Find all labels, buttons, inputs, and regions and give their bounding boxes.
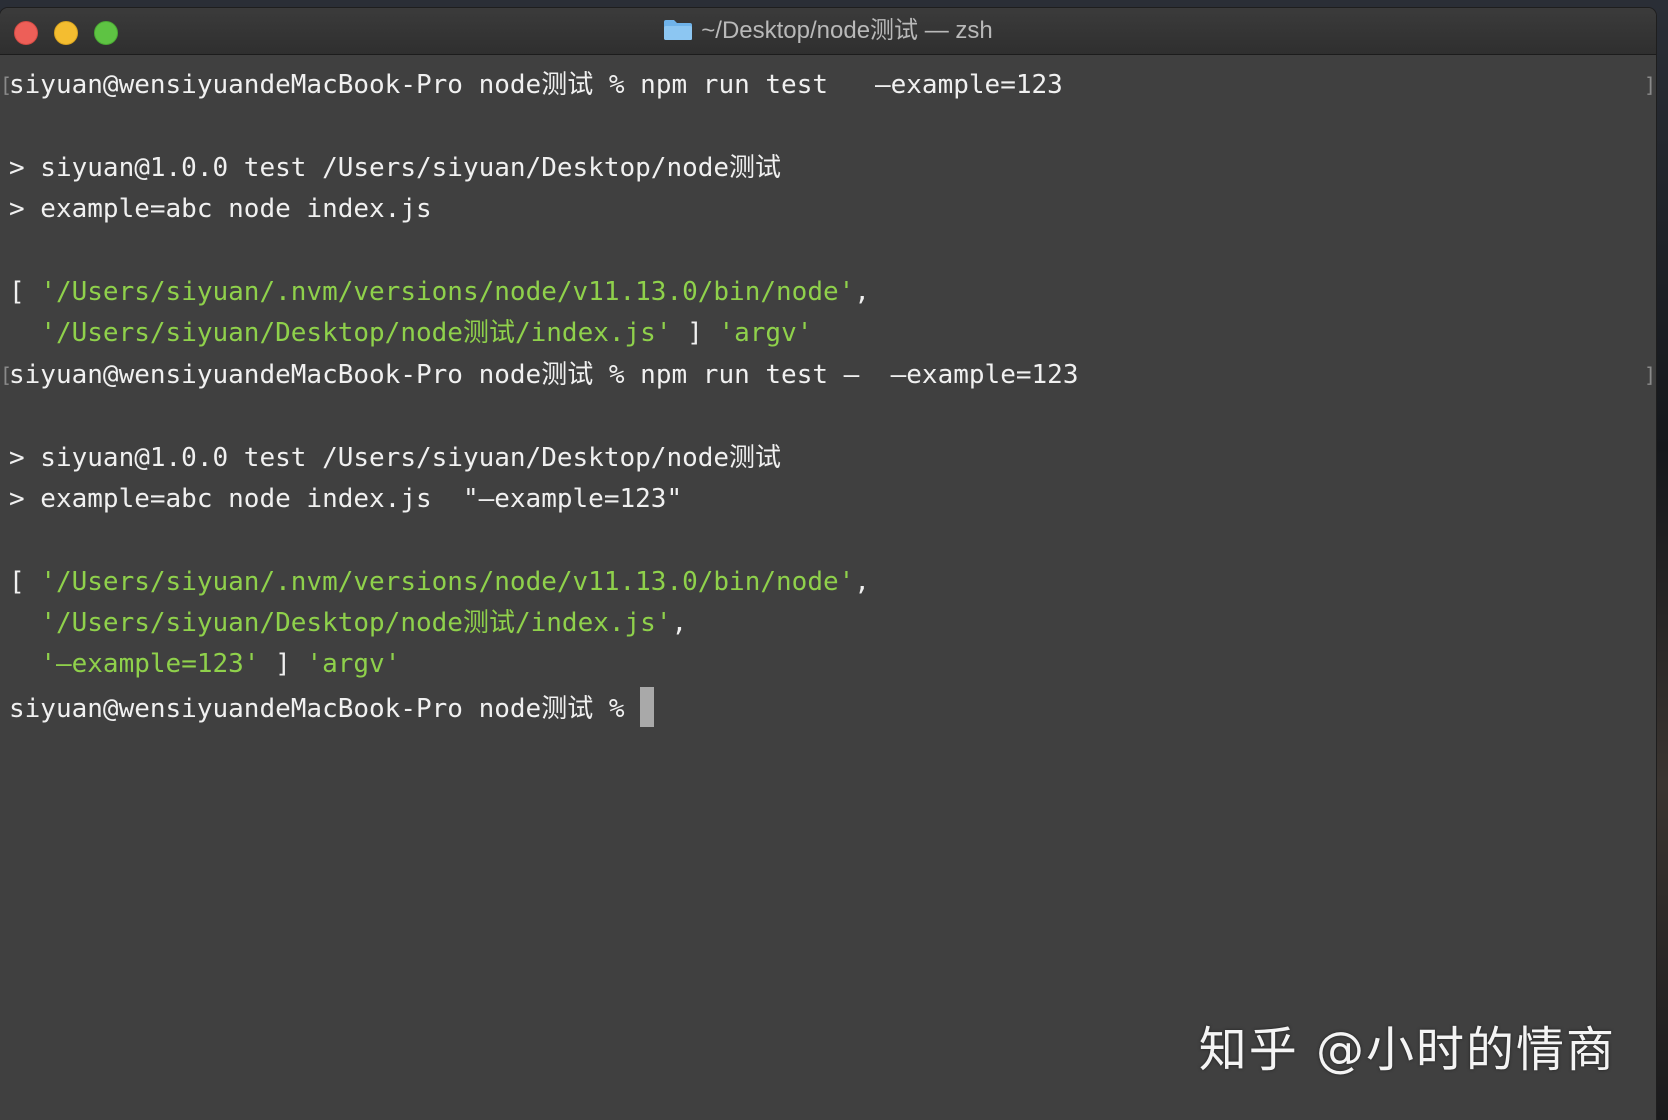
terminal-output[interactable]: [ siyuan@wensiyuandeMacBook-Pro node测试 %…: [0, 55, 1656, 1120]
terminal-window[interactable]: ~/Desktop/node测试 — zsh [ siyuan@wensiyua…: [0, 8, 1656, 1120]
array-open: [: [9, 277, 41, 307]
string-literal: '/Users/siyuan/.nvm/versions/node/v11.13…: [40, 567, 855, 597]
string-literal: '/Users/siyuan/Desktop/node测试/index.js': [40, 318, 672, 348]
title-bar[interactable]: ~/Desktop/node测试 — zsh: [0, 8, 1656, 55]
window-title: ~/Desktop/node测试 — zsh: [0, 18, 1656, 44]
terminal-line: > example=abc node index.js: [9, 194, 432, 224]
comma: ,: [854, 567, 870, 597]
terminal-line: siyuan@wensiyuandeMacBook-Pro node测试 % n…: [9, 360, 1079, 390]
folder-icon: [664, 20, 693, 40]
window-title-text: ~/Desktop/node测试 — zsh: [701, 17, 993, 44]
string-literal: '/Users/siyuan/.nvm/versions/node/v11.13…: [40, 277, 855, 307]
terminal-line: > example=abc node index.js "—example=12…: [9, 484, 683, 514]
string-literal: '—example=123': [40, 649, 260, 679]
mark-bracket-left: [: [0, 363, 13, 387]
array-close: ]: [671, 318, 719, 348]
terminal-line: [ '/Users/siyuan/.nvm/versions/node/v11.…: [9, 273, 870, 311]
comma: ,: [854, 277, 870, 307]
string-literal: '/Users/siyuan/Desktop/node测试/index.js': [40, 608, 672, 638]
array-close: ]: [259, 649, 307, 679]
terminal-line: siyuan@wensiyuandeMacBook-Pro node测试 % n…: [9, 70, 1063, 100]
terminal-prompt-line[interactable]: siyuan@wensiyuandeMacBook-Pro node测试 %: [9, 687, 655, 727]
prompt: siyuan@wensiyuandeMacBook-Pro node测试 %: [9, 694, 641, 724]
string-literal: 'argv': [306, 649, 401, 679]
array-open: [: [9, 567, 41, 597]
zhihu-watermark: 知乎 @小时的情商: [1198, 1022, 1616, 1078]
mark-bracket-left: [: [0, 73, 13, 97]
mark-bracket-right: ]: [1644, 363, 1656, 387]
terminal-line: '/Users/siyuan/Desktop/node测试/index.js' …: [9, 314, 812, 352]
terminal-line: '/Users/siyuan/Desktop/node测试/index.js',: [9, 604, 687, 642]
terminal-line: [ '/Users/siyuan/.nvm/versions/node/v11.…: [9, 563, 870, 601]
comma: ,: [671, 608, 688, 638]
mark-bracket-right: ]: [1644, 73, 1656, 97]
text-cursor: [640, 687, 655, 727]
string-literal: 'argv': [718, 318, 813, 348]
terminal-line: '—example=123' ] 'argv': [9, 645, 400, 683]
terminal-line: > siyuan@1.0.0 test /Users/siyuan/Deskto…: [9, 443, 782, 473]
terminal-line: > siyuan@1.0.0 test /Users/siyuan/Deskto…: [9, 153, 782, 183]
